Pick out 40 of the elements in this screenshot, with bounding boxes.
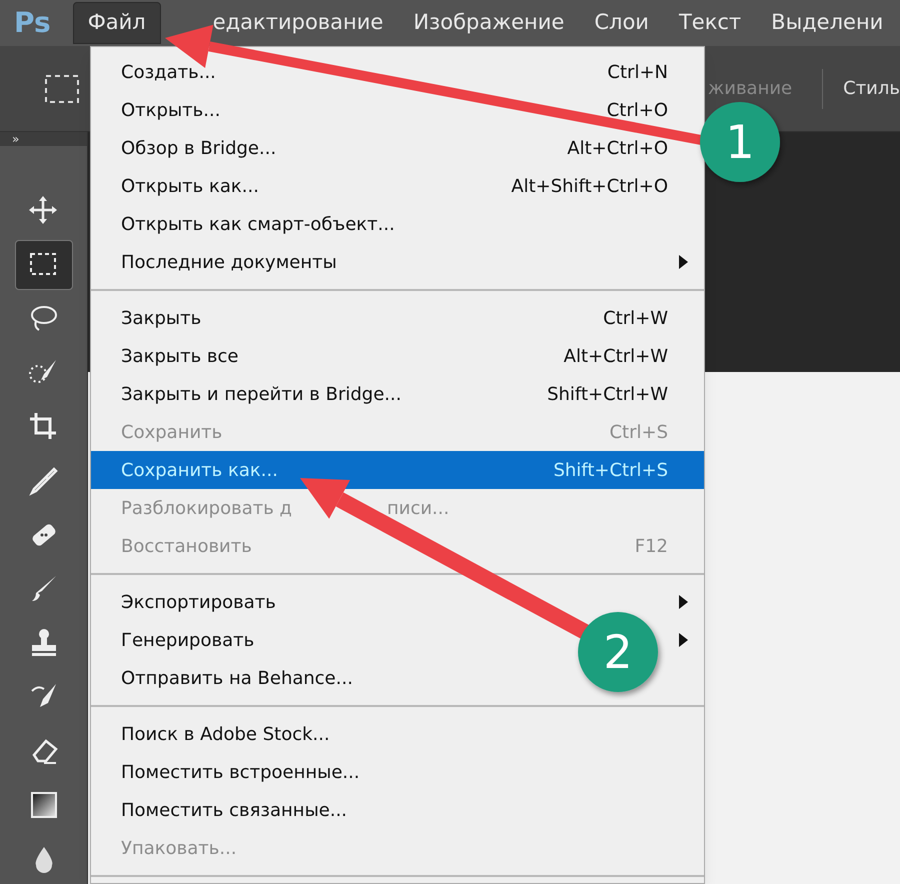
menu-item-label[interactable]: Сохранить как... xyxy=(121,456,278,484)
menu-item-label[interactable]: Создать... xyxy=(121,58,216,86)
highlighted-menu-item[interactable]: Сохранить как... Shift+Ctrl+S xyxy=(91,451,704,489)
step-number: 1 xyxy=(725,115,755,169)
menu-tab[interactable]: Текст xyxy=(666,3,754,43)
menu-item-label[interactable]: Поместить связанные... xyxy=(121,796,348,824)
shortcut-label: Alt+Ctrl+W xyxy=(564,344,668,368)
menu-item-label[interactable]: Генерировать xyxy=(121,626,254,654)
shortcut-label: F12 xyxy=(634,534,668,558)
menu-tab[interactable]: Слои xyxy=(582,3,661,43)
step-number: 2 xyxy=(603,625,633,679)
menu-tab[interactable]: Изображение xyxy=(401,3,576,43)
antialias-label: живание xyxy=(708,77,792,101)
menu-item-label[interactable]: Последние документы xyxy=(121,248,337,276)
shortcut-label: Alt+Shift+Ctrl+O xyxy=(511,174,668,198)
collapse-toggle[interactable]: » xyxy=(12,133,20,145)
marquee-icon[interactable] xyxy=(44,74,80,104)
menu-item-label[interactable]: Обзор в Bridge... xyxy=(121,134,276,162)
menu-item-label[interactable]: Отправить на Behance... xyxy=(121,664,353,692)
menu-item-label[interactable]: Открыть как... xyxy=(121,172,259,200)
shortcut-label: Ctrl+S xyxy=(609,420,668,444)
menu-item-label[interactable]: Открыть... xyxy=(121,96,220,124)
shortcut-label: Shift+Ctrl+W xyxy=(547,382,668,406)
menu-item-label[interactable]: Закрыть все xyxy=(121,342,238,370)
shortcut-label: Shift+Ctrl+S xyxy=(553,458,668,482)
menu-tab[interactable]: едактирование xyxy=(200,3,396,43)
menu-item-label[interactable]: Закрыть xyxy=(121,304,202,332)
menu-tab[interactable]: Выделени xyxy=(759,3,896,43)
app-logo: Ps xyxy=(14,5,51,41)
menu-tab[interactable]: Файл xyxy=(72,2,161,44)
shortcut-label: Ctrl+W xyxy=(603,306,668,330)
menu-item-label[interactable]: Поиск в Adobe Stock... xyxy=(121,720,330,748)
shortcut-label: Ctrl+N xyxy=(607,60,668,84)
menu-item-label[interactable]: Закрыть и перейти в Bridge... xyxy=(121,380,402,408)
menu-item-label[interactable]: Экспортировать xyxy=(121,588,276,616)
menu-item-label[interactable]: Поместить встроенные... xyxy=(121,758,360,786)
style-label: Стиль xyxy=(843,77,900,101)
menu-item-label[interactable]: Открыть как смарт-объект... xyxy=(121,210,395,238)
shortcut-label: Ctrl+O xyxy=(606,98,668,122)
shortcut-label: Alt+Ctrl+O xyxy=(567,136,668,160)
